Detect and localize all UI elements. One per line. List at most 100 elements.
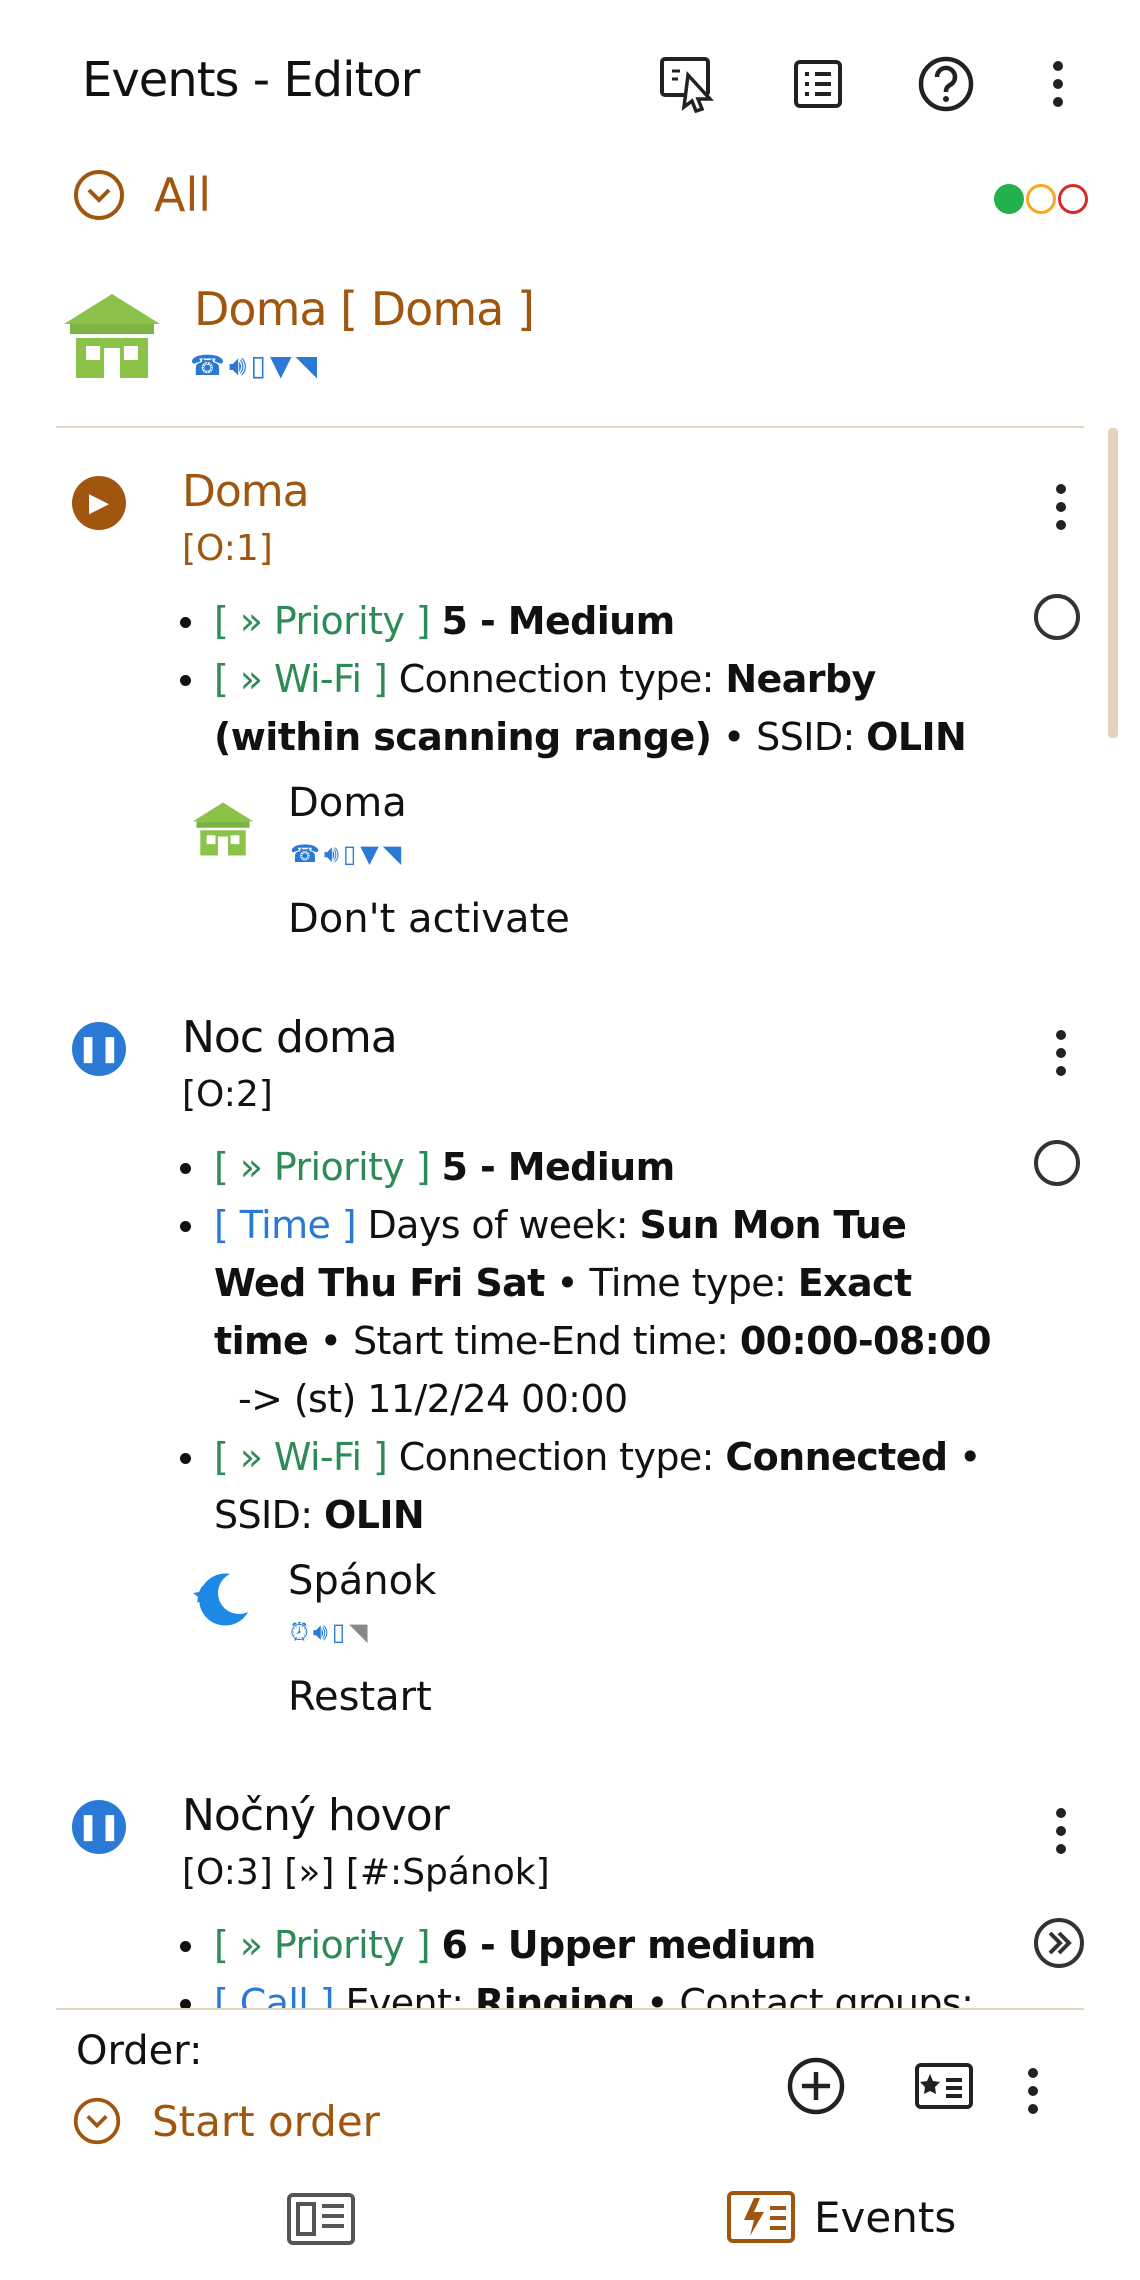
- add-event-icon[interactable]: [786, 2056, 846, 2120]
- event-indicator-circle-icon: [1034, 1140, 1080, 1186]
- condition-item: [ Call ] Event: Ringing • Contact groups…: [180, 1974, 1000, 2008]
- ringer-icon: ☎: [290, 840, 320, 868]
- nav-events-label: Events: [814, 2192, 957, 2242]
- condition-tag: [ » Wi-Fi ]: [214, 657, 388, 701]
- event-indicator-circle-icon: [1034, 594, 1080, 640]
- volume-icon: 🔊︎: [228, 349, 247, 382]
- chevron-down-icon: [73, 2097, 121, 2145]
- divider: [56, 2008, 1084, 2010]
- chevron-down-icon: [74, 170, 124, 220]
- page-title: Events - Editor: [82, 52, 420, 108]
- profile-indicator-icons: ☎ 🔊︎ ▯ ▼ ◥: [290, 842, 401, 866]
- status-indicator: [994, 184, 1088, 214]
- event-end-action: Restart: [288, 1674, 432, 1720]
- event-end-action: Don't activate: [288, 896, 570, 942]
- condition-value: 6 - Upper medium: [441, 1923, 816, 1967]
- wifi-off-icon: ◥: [349, 1618, 368, 1646]
- events-icon: [727, 2191, 795, 2243]
- profile-indicator-icons: ☎ 🔊︎ ▯ ▼ ◥: [190, 352, 317, 380]
- house-icon: [60, 290, 164, 386]
- event-menu-icon[interactable]: [1054, 484, 1068, 530]
- volume-icon: 🔊︎: [312, 1618, 328, 1646]
- condition-item: [ » Priority ] 6 - Upper medium: [180, 1916, 1000, 1974]
- condition-next-start: -> (st) 11/2/24 00:00: [238, 1377, 628, 1421]
- condition-text: Event:: [345, 1981, 475, 2008]
- wifi-ap-icon: ◥: [382, 840, 402, 868]
- filter-label: All: [154, 168, 212, 222]
- condition-text: • Time type:: [544, 1261, 798, 1305]
- condition-text: • SSID:: [711, 715, 867, 759]
- pause-icon[interactable]: ❚❚: [72, 1800, 126, 1854]
- condition-value: OLIN: [324, 1493, 425, 1537]
- condition-text: • Contact groups:: [634, 1981, 974, 2008]
- profiles-icon[interactable]: [286, 2192, 356, 2250]
- wifi-icon: ▼: [360, 840, 379, 868]
- condition-tag: [ » Priority ]: [214, 1923, 431, 1967]
- event-conditions: [ » Priority ] 5 - Medium [ Time ] Days …: [180, 1138, 1000, 1544]
- status-dot-orange: [1026, 184, 1056, 214]
- order-label: Order:: [76, 2028, 203, 2074]
- condition-value: Connected: [725, 1435, 948, 1479]
- condition-item: [ » Priority ] 5 - Medium: [180, 1138, 1000, 1196]
- event-order: [O:1]: [182, 528, 273, 569]
- wifi-ap-icon: ◥: [295, 349, 318, 382]
- alarm-icon: ⏰︎: [290, 1618, 309, 1646]
- event-name[interactable]: Doma: [182, 466, 310, 517]
- help-icon[interactable]: [914, 52, 978, 116]
- more-icon[interactable]: [1026, 2068, 1040, 2114]
- condition-text: Connection type:: [398, 1435, 726, 1479]
- condition-value: 5 - Medium: [441, 599, 675, 643]
- condition-value: 00:00-08:00: [739, 1319, 992, 1363]
- event-profile-name: Spánok: [288, 1558, 437, 1604]
- volume-icon: 🔊︎: [323, 840, 340, 868]
- event-menu-icon[interactable]: [1054, 1808, 1068, 1854]
- event-menu-icon[interactable]: [1054, 1030, 1068, 1076]
- event-order: [O:2]: [182, 1074, 273, 1115]
- list-icon[interactable]: [786, 52, 850, 116]
- status-dot-red: [1058, 184, 1088, 214]
- vibrate-icon: ▯: [331, 1618, 346, 1646]
- event-order: [O:3] [»] [#:Spánok]: [182, 1852, 550, 1893]
- scrollbar[interactable]: [1108, 428, 1118, 738]
- vibrate-icon: ▯: [250, 349, 266, 382]
- condition-tag: [ Time ]: [214, 1203, 357, 1247]
- condition-value: Ringing: [474, 1981, 635, 2008]
- status-dot-green: [994, 184, 1024, 214]
- profile-card-icon[interactable]: [914, 2062, 974, 2114]
- condition-text: • Start time-End time:: [308, 1319, 740, 1363]
- house-icon: [190, 800, 256, 862]
- condition-item: [ » Wi-Fi ] Connection type: Connected •…: [180, 1428, 1000, 1544]
- order-value: Start order: [152, 2096, 380, 2146]
- condition-tag: [ » Priority ]: [214, 599, 431, 643]
- event-conditions: [ » Priority ] 5 - Medium [ » Wi-Fi ] Co…: [180, 592, 1000, 766]
- moon-icon: [190, 1568, 252, 1634]
- condition-tag: [ » Priority ]: [214, 1145, 431, 1189]
- order-dropdown[interactable]: Start order: [72, 2096, 380, 2146]
- run-event-icon[interactable]: [656, 52, 720, 116]
- fast-forward-circle-icon: [1032, 1916, 1086, 1974]
- vibrate-icon: ▯: [343, 840, 357, 868]
- event-filter-dropdown[interactable]: All: [72, 168, 211, 222]
- active-profile-name[interactable]: Doma [ Doma ]: [194, 282, 535, 336]
- condition-value: 5 - Medium: [441, 1145, 675, 1189]
- event-name[interactable]: Noc doma: [182, 1012, 398, 1063]
- condition-item: [ » Wi-Fi ] Connection type: Nearby (wit…: [180, 650, 1000, 766]
- nav-events-tab[interactable]: Events: [726, 2190, 956, 2244]
- divider: [56, 426, 1084, 428]
- event-conditions: [ » Priority ] 6 - Upper medium [ Call ]…: [180, 1916, 1000, 2008]
- profile-indicator-icons: ⏰︎ 🔊︎ ▯ ◥: [290, 1620, 368, 1644]
- pause-icon[interactable]: ❚❚: [72, 1022, 126, 1076]
- condition-item: [ » Priority ] 5 - Medium: [180, 592, 1000, 650]
- event-name[interactable]: Nočný hovor: [182, 1790, 450, 1841]
- condition-item: [ Time ] Days of week: Sun Mon Tue Wed T…: [180, 1196, 1000, 1428]
- play-icon[interactable]: ▶: [72, 476, 126, 530]
- wifi-icon: ▼: [269, 349, 292, 382]
- ringer-icon: ☎: [190, 349, 225, 382]
- condition-text: Connection type:: [398, 657, 726, 701]
- condition-value: OLIN: [866, 715, 967, 759]
- condition-tag: [ » Wi-Fi ]: [214, 1435, 388, 1479]
- condition-tag: [ Call ]: [214, 1981, 335, 2008]
- condition-text: Days of week:: [367, 1203, 640, 1247]
- more-icon[interactable]: [1026, 52, 1090, 116]
- event-profile-name: Doma: [288, 780, 407, 826]
